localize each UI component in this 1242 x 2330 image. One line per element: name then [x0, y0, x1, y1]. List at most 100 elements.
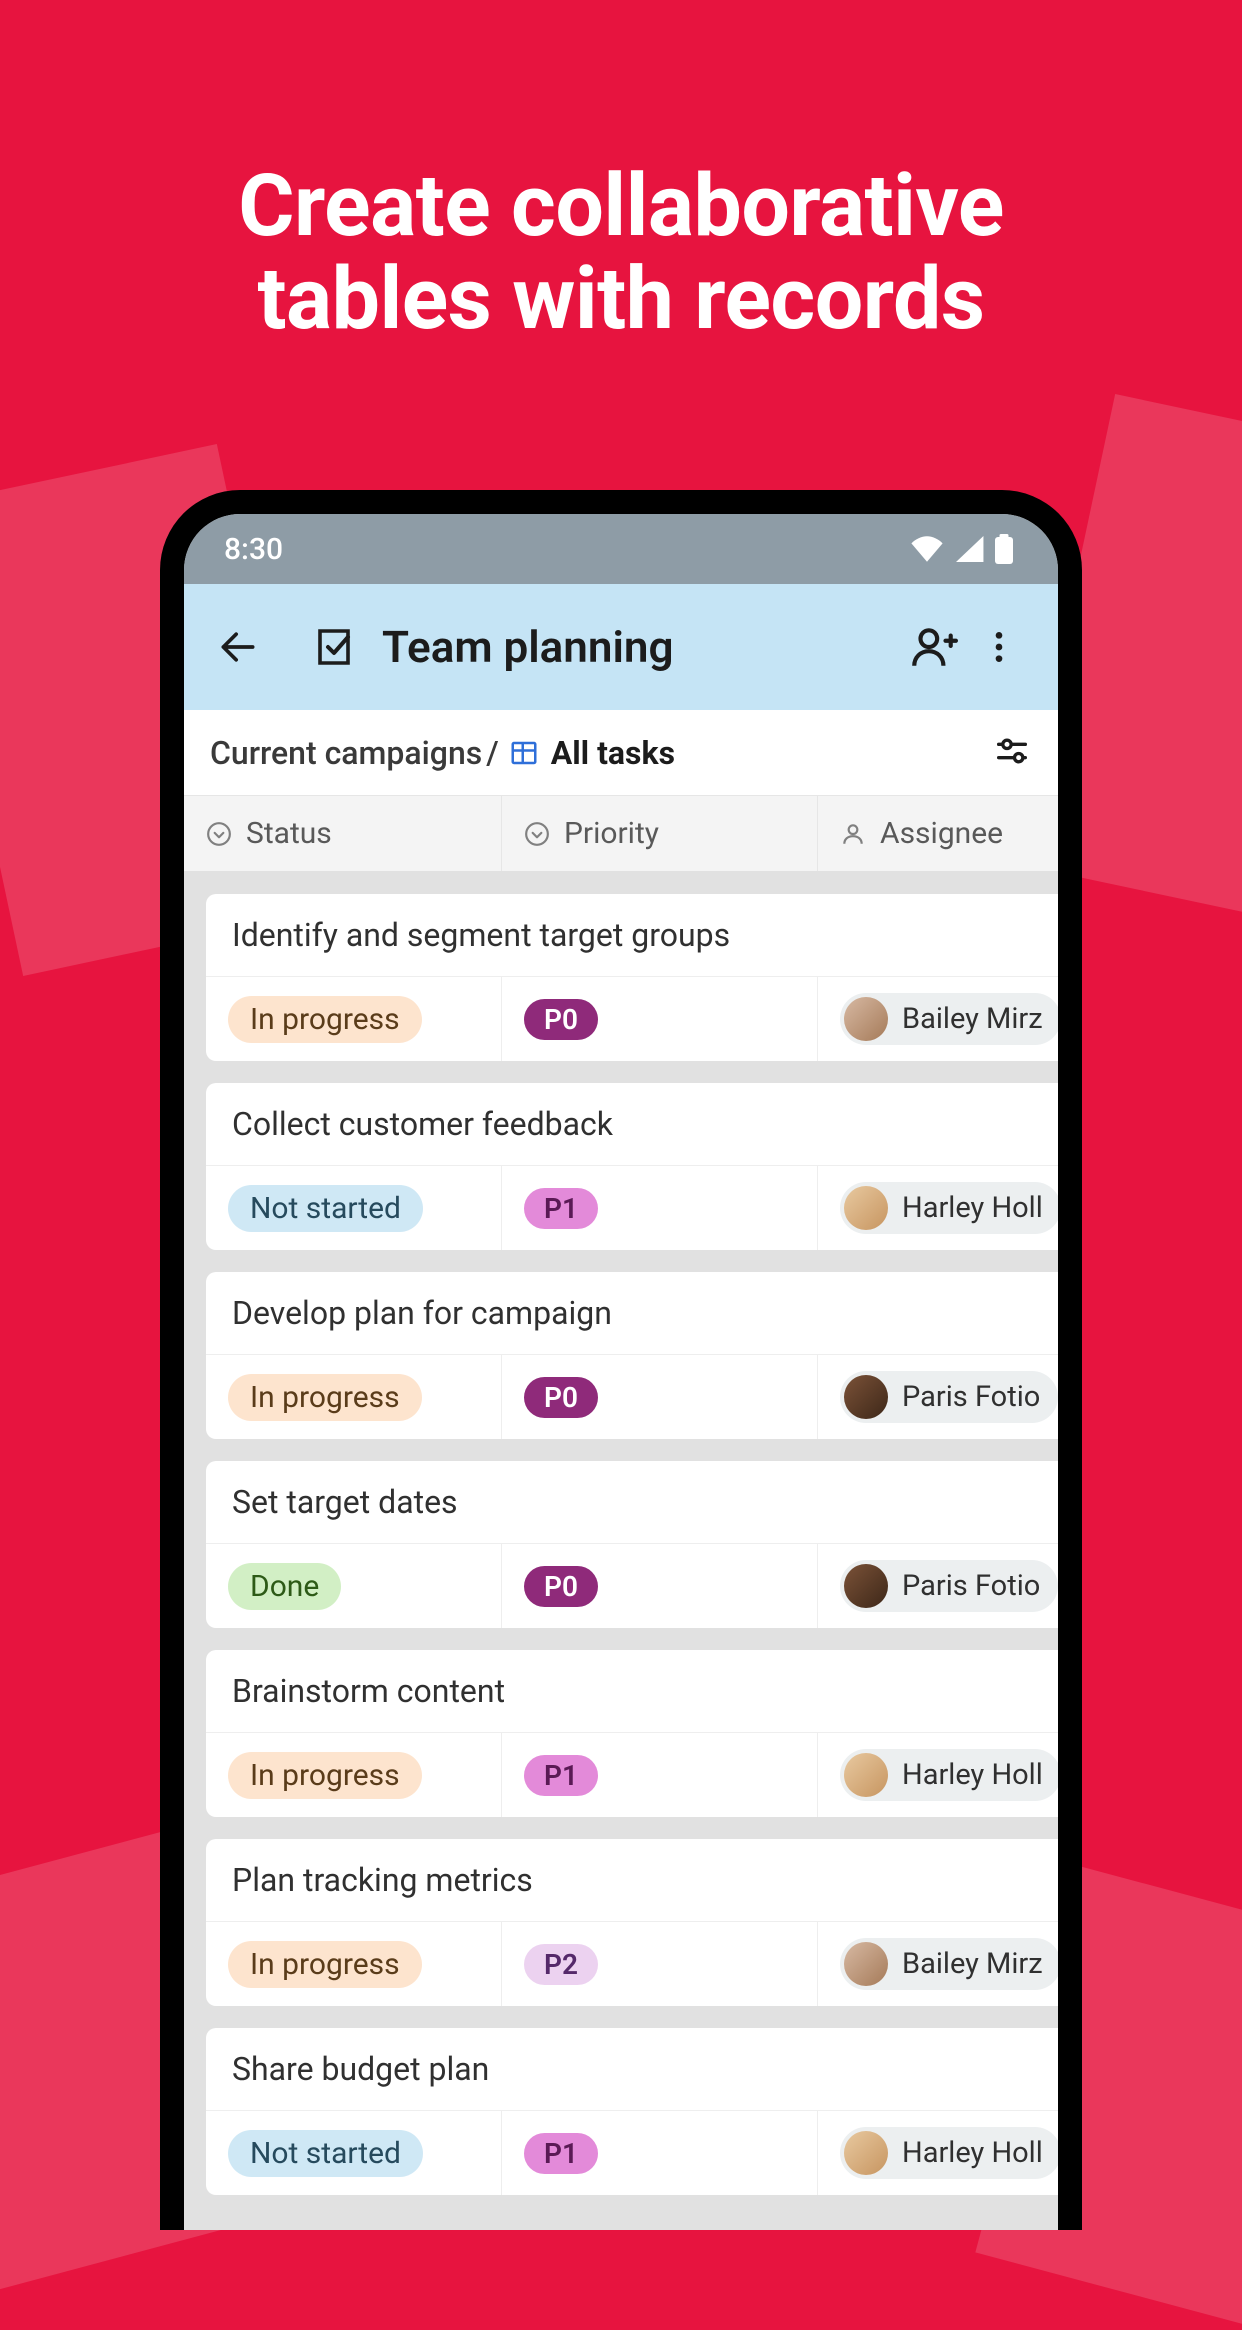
task-status-cell[interactable]: Done: [206, 1544, 502, 1628]
task-status-cell[interactable]: In progress: [206, 1733, 502, 1817]
wifi-icon: [910, 536, 944, 562]
task-priority-cell[interactable]: P1: [502, 1166, 818, 1250]
priority-pill: P0: [524, 999, 598, 1040]
task-title: Set target dates: [206, 1461, 1058, 1543]
breadcrumb-separator: /: [486, 734, 498, 772]
task-assignee-cell[interactable]: Paris Fotio: [818, 1355, 1058, 1439]
promo-headline-line2: tables with records: [257, 248, 984, 349]
assignee-name: Paris Fotio: [902, 1380, 1040, 1414]
task-assignee-cell[interactable]: Bailey Mirz: [818, 977, 1058, 1061]
task-card[interactable]: Set target dates Done P0 Paris Fotio: [206, 1461, 1058, 1628]
status-icons: [910, 534, 1014, 564]
phone-screen: 8:30 Team planning Curr: [184, 514, 1058, 2230]
task-priority-cell[interactable]: P0: [502, 1544, 818, 1628]
task-assignee-cell[interactable]: Paris Fotio: [818, 1544, 1058, 1628]
task-priority-cell[interactable]: P0: [502, 977, 818, 1061]
task-title: Develop plan for campaign: [206, 1272, 1058, 1354]
task-card[interactable]: Share budget plan Not started P1 Harley Hol…: [206, 2028, 1058, 2195]
status-pill: Done: [228, 1563, 341, 1610]
breadcrumb-bar: Current campaigns / All tasks: [184, 710, 1058, 796]
column-label: Status: [246, 816, 332, 851]
priority-pill: P1: [524, 1188, 598, 1229]
avatar: [844, 1942, 888, 1986]
task-title: Collect customer feedback: [206, 1083, 1058, 1165]
task-priority-cell[interactable]: P1: [502, 1733, 818, 1817]
task-status-cell[interactable]: In progress: [206, 977, 502, 1061]
task-row: Done P0 Paris Fotio: [206, 1543, 1058, 1628]
priority-pill: P1: [524, 1755, 598, 1796]
task-list[interactable]: Identify and segment target groups In pro…: [184, 872, 1058, 2230]
task-title: Share budget plan: [206, 2028, 1058, 2110]
task-title: Identify and segment target groups: [206, 894, 1058, 976]
assignee-name: Bailey Mirz: [902, 1002, 1043, 1036]
avatar: [844, 1753, 888, 1797]
page-title: Team planning: [382, 621, 900, 673]
assignee-chip: Paris Fotio: [840, 1560, 1058, 1612]
task-status-cell[interactable]: Not started: [206, 1166, 502, 1250]
table-view-icon: [509, 738, 539, 768]
more-vert-icon: [979, 627, 1019, 667]
cell-signal-icon: [954, 536, 984, 562]
task-assignee-cell[interactable]: Harley Holl: [818, 2111, 1058, 2195]
filter-button[interactable]: [992, 731, 1032, 775]
task-row: In progress P1 Harley Holl: [206, 1732, 1058, 1817]
status-pill: In progress: [228, 996, 422, 1043]
avatar: [844, 1564, 888, 1608]
back-button[interactable]: [210, 625, 266, 669]
priority-pill: P0: [524, 1377, 598, 1418]
breadcrumb-view[interactable]: All tasks: [551, 734, 675, 772]
avatar: [844, 1375, 888, 1419]
person-add-icon: [908, 622, 958, 672]
person-icon: [840, 821, 866, 847]
task-assignee-cell[interactable]: Harley Holl: [818, 1733, 1058, 1817]
column-header-status[interactable]: Status: [184, 796, 502, 871]
document-checkbox-icon: [312, 623, 360, 671]
chevron-down-circle-icon: [206, 821, 232, 847]
promo-headline-line1: Create collaborative: [238, 155, 1004, 256]
assignee-name: Bailey Mirz: [902, 1947, 1043, 1981]
promo-headline: Create collaborative tables with records: [0, 160, 1242, 346]
assignee-chip: Harley Holl: [840, 1749, 1058, 1801]
task-card[interactable]: Brainstorm content In progress P1 Harley Ho…: [206, 1650, 1058, 1817]
breadcrumb-parent[interactable]: Current campaigns: [210, 734, 482, 772]
task-priority-cell[interactable]: P1: [502, 2111, 818, 2195]
back-arrow-icon: [216, 625, 260, 669]
task-row: In progress P0 Paris Fotio: [206, 1354, 1058, 1439]
task-status-cell[interactable]: In progress: [206, 1355, 502, 1439]
battery-icon: [994, 534, 1014, 564]
task-card[interactable]: Develop plan for campaignIn progress P0 Pa…: [206, 1272, 1058, 1439]
sliders-icon: [992, 731, 1032, 771]
task-priority-cell[interactable]: P2: [502, 1922, 818, 2006]
assignee-name: Harley Holl: [902, 2136, 1043, 2170]
assignee-chip: Bailey Mirz: [840, 993, 1058, 1045]
column-header-assignee[interactable]: Assignee: [818, 796, 1058, 871]
status-pill: Not started: [228, 2130, 423, 2177]
task-card[interactable]: Plan tracking metrics In progress P2 Bailey…: [206, 1839, 1058, 2006]
task-priority-cell[interactable]: P0: [502, 1355, 818, 1439]
avatar: [844, 1186, 888, 1230]
task-assignee-cell[interactable]: Harley Holl: [818, 1166, 1058, 1250]
add-person-button[interactable]: [900, 622, 966, 672]
task-status-cell[interactable]: Not started: [206, 2111, 502, 2195]
status-pill: In progress: [228, 1941, 422, 1988]
task-assignee-cell[interactable]: Bailey Mirz: [818, 1922, 1058, 2006]
task-row: Not started P1 Harley Holl: [206, 1165, 1058, 1250]
column-label: Assignee: [880, 816, 1003, 851]
priority-pill: P2: [524, 1944, 598, 1985]
status-bar: 8:30: [184, 514, 1058, 584]
phone-frame: 8:30 Team planning Curr: [160, 490, 1082, 2230]
more-menu-button[interactable]: [966, 627, 1032, 667]
priority-pill: P0: [524, 1566, 598, 1607]
assignee-chip: Harley Holl: [840, 1182, 1058, 1234]
task-card[interactable]: Collect customer feedbackNot started P1 Ha…: [206, 1083, 1058, 1250]
chevron-down-circle-icon: [524, 821, 550, 847]
app-bar: Team planning: [184, 584, 1058, 710]
task-title: Plan tracking metrics: [206, 1839, 1058, 1921]
column-header-priority[interactable]: Priority: [502, 796, 818, 871]
status-pill: In progress: [228, 1752, 422, 1799]
task-card[interactable]: Identify and segment target groups In pro…: [206, 894, 1058, 1061]
assignee-name: Harley Holl: [902, 1191, 1043, 1225]
assignee-name: Paris Fotio: [902, 1569, 1040, 1603]
task-status-cell[interactable]: In progress: [206, 1922, 502, 2006]
task-title: Brainstorm content: [206, 1650, 1058, 1732]
